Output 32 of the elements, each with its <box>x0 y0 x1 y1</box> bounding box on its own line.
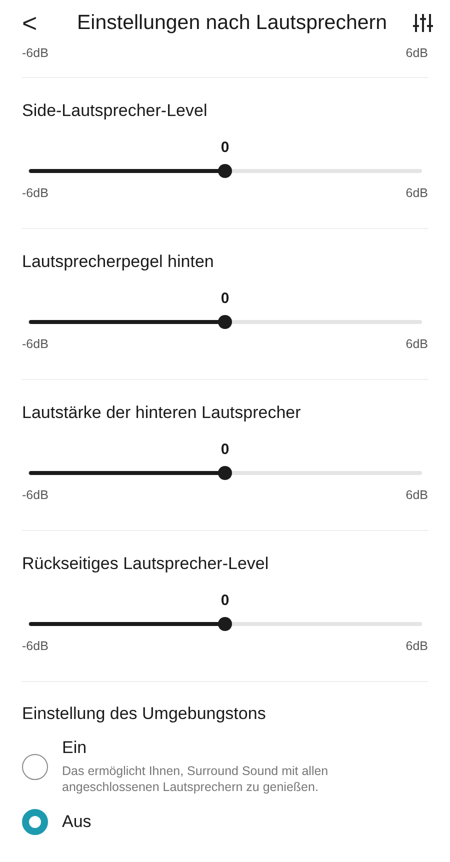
page-title: Einstellungen nach Lautsprechern <box>76 11 388 35</box>
min-label: -6dB <box>22 639 48 653</box>
slider-thumb[interactable] <box>218 164 232 178</box>
max-label: 6dB <box>406 639 428 653</box>
option-label: Aus <box>62 812 92 832</box>
radio-button[interactable] <box>22 809 48 835</box>
min-label: -6dB <box>22 337 48 351</box>
slider-value: 0 <box>220 441 230 458</box>
slider-value: 0 <box>220 290 230 307</box>
back-button[interactable]: < <box>22 8 52 38</box>
slider-title: Lautstärke der hinteren Lautsprecher <box>22 403 302 423</box>
slider-title: Lautsprecherpegel hinten <box>22 252 215 272</box>
slider-thumb[interactable] <box>218 617 232 631</box>
equalizer-button[interactable] <box>412 12 434 34</box>
equalizer-icon <box>413 12 433 34</box>
slider-thumb[interactable] <box>218 466 232 480</box>
max-label: 6dB <box>406 488 428 502</box>
min-label: -6dB <box>22 46 48 62</box>
slider-thumb[interactable] <box>218 315 232 329</box>
section-title: Einstellung des Umgebungstons <box>22 704 267 724</box>
slider-title: Side-Lautsprecher-Level <box>22 101 208 121</box>
slider-value: 0 <box>220 139 230 156</box>
radio-button[interactable] <box>22 754 48 780</box>
max-label: 6dB <box>406 186 428 200</box>
max-label: 6dB <box>406 46 428 62</box>
max-label: 6dB <box>406 337 428 351</box>
slider-title: Rückseitiges Lautsprecher-Level <box>22 554 270 574</box>
min-label: -6dB <box>22 488 48 502</box>
slider-value: 0 <box>220 592 230 609</box>
min-label: -6dB <box>22 186 48 200</box>
option-label: Ein <box>62 738 88 758</box>
option-description: Das ermöglicht Ihnen, Surround Sound mit allen angeschlossenen Lautsprechern zu genießen. <box>62 763 330 795</box>
